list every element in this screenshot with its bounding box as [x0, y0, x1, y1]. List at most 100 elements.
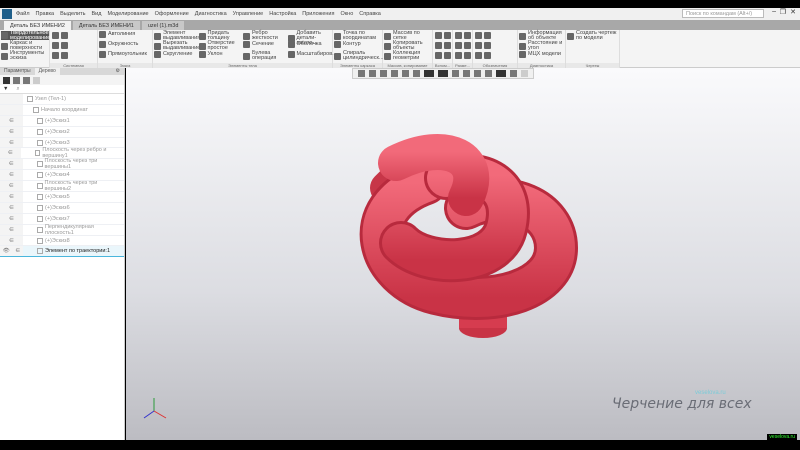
render-icon[interactable] [413, 70, 420, 77]
ribbon-button[interactable]: Вырезать выдавливанием [154, 40, 204, 51]
tree-item[interactable]: ∈ (+)Эскиз5 [0, 192, 124, 203]
tool-icon-button[interactable] [475, 42, 484, 49]
icon[interactable] [485, 70, 492, 77]
tree-item[interactable]: Начало координат [0, 104, 124, 116]
menu-item[interactable]: Окно [340, 11, 353, 17]
eye-icon[interactable]: 👁 [3, 248, 10, 254]
ribbon-button[interactable]: Контур [334, 41, 382, 48]
tool-icon-button[interactable] [444, 32, 453, 39]
ribbon-button[interactable]: Создать чертеж по модели [567, 30, 619, 41]
tool-icon-button[interactable] [61, 42, 70, 49]
filter-icon[interactable]: ▼ [3, 86, 8, 92]
tool-icon-button[interactable] [464, 52, 473, 59]
icon[interactable] [510, 70, 517, 77]
tool-icon-button[interactable] [455, 52, 464, 59]
tool-icon-button[interactable] [475, 32, 484, 39]
gear-icon[interactable]: ⚙ [112, 68, 124, 75]
ribbon-button[interactable]: Прямоугольник [99, 51, 152, 58]
ribbon-button[interactable]: Сечение [243, 41, 288, 48]
tree-item[interactable]: ∈ (+)Эскиз1 [0, 115, 124, 127]
zoom-icon[interactable] [369, 70, 376, 77]
ribbon-button[interactable]: Автолиния [99, 31, 152, 38]
command-search-input[interactable]: Поиск по командам (Alt+/) [682, 9, 764, 18]
menu-item[interactable]: Управление [233, 11, 264, 17]
tool-icon-button[interactable] [484, 42, 493, 49]
tool-icon-button[interactable] [435, 52, 444, 59]
menu-item[interactable]: Файл [16, 11, 30, 17]
ribbon-button[interactable]: Булева операция [243, 50, 288, 61]
view-icon[interactable] [358, 70, 365, 77]
render-icon[interactable] [402, 70, 409, 77]
search-icon[interactable]: ⌕ [16, 86, 19, 93]
tool-icon-button[interactable] [464, 32, 473, 39]
3d-viewport[interactable] [126, 68, 800, 440]
ribbon-button[interactable]: Отверстие простое [198, 40, 244, 51]
tab-parameters[interactable]: Параметры [0, 68, 35, 75]
tool-icon-button[interactable] [52, 42, 61, 49]
tree-view-icon[interactable] [3, 76, 10, 84]
menu-item[interactable]: Настройка [269, 11, 296, 17]
ribbon-button[interactable]: Оболочка [287, 41, 333, 48]
ribbon-button[interactable]: Спираль цилиндрическ... [334, 50, 384, 61]
ribbon-button[interactable]: Скругление [154, 51, 199, 58]
tree-item[interactable]: ∈ Плоскость через три вершины2 [0, 180, 124, 192]
tool-icon-button[interactable] [444, 42, 453, 49]
menu-item[interactable]: Моделирование [107, 11, 148, 17]
section-icon[interactable] [438, 70, 448, 77]
ribbon-button[interactable]: Расстояние и угол [519, 40, 565, 51]
filter-icon[interactable] [496, 70, 506, 77]
tool-icon-button[interactable] [464, 42, 473, 49]
tree-item[interactable]: Узел (Тел-1) [0, 94, 124, 105]
tool-icon-button[interactable] [52, 32, 61, 39]
menu-item[interactable]: Оформление [155, 11, 189, 17]
tool-icon-button[interactable] [435, 42, 444, 49]
restore-icon[interactable]: ❐ [780, 8, 786, 16]
ribbon-button[interactable]: Масштабиров... [287, 51, 337, 58]
tree-icon[interactable] [23, 76, 30, 84]
icon[interactable] [521, 70, 528, 77]
menu-item[interactable]: Приложения [302, 11, 334, 17]
tool-icon-button[interactable] [455, 42, 464, 49]
mode-sketch-tools[interactable]: Инструменты эскиза [1, 50, 49, 61]
snap-icon[interactable] [452, 70, 459, 77]
ribbon-button[interactable]: Точка по координатам [334, 30, 382, 41]
document-tab[interactable]: Деталь БЕЗ ИМЕНИ2 [4, 21, 71, 30]
pan-icon[interactable] [380, 70, 387, 77]
tree-item[interactable]: ∈ (+)Эскиз2 [0, 126, 124, 138]
tree-item[interactable]: ∈ Плоскость через три вершины1 [0, 158, 124, 170]
menu-item[interactable]: Правка [36, 11, 55, 17]
ribbon-button[interactable]: Коллекция геометрии [384, 50, 432, 61]
icon[interactable] [463, 70, 470, 77]
display-mode-icon[interactable] [424, 70, 434, 77]
tree-item[interactable]: 👁 ∈ Элемент по траектории:1 [0, 246, 124, 258]
tool-icon-button[interactable] [484, 32, 493, 39]
menu-item[interactable]: Вид [92, 11, 102, 17]
knot-model[interactable] [126, 68, 800, 440]
tree-icon[interactable] [13, 76, 20, 84]
tab-tree[interactable]: Дерево [34, 68, 60, 75]
ribbon-button[interactable]: Ребро жесткости [243, 30, 288, 41]
document-tab[interactable]: Деталь БЕЗ ИМЕНИ1 [72, 21, 140, 30]
tool-icon-button[interactable] [52, 52, 61, 59]
tool-icon-button[interactable] [444, 52, 453, 59]
ribbon-button[interactable]: Уклон [198, 51, 244, 58]
menu-item[interactable]: Диагностика [195, 11, 227, 17]
close-icon[interactable]: ✕ [790, 8, 796, 16]
minimize-icon[interactable]: – [772, 8, 776, 15]
tree-item[interactable]: ∈ (+)Эскиз8 [0, 235, 124, 247]
ribbon-button[interactable]: Окружность [99, 41, 152, 48]
tool-icon-button[interactable] [484, 52, 493, 59]
tool-icon-button[interactable] [61, 32, 70, 39]
menu-item[interactable]: Выделить [60, 11, 85, 17]
ribbon-button[interactable]: МЦХ модели [519, 51, 565, 58]
orient-icon[interactable] [391, 70, 398, 77]
mode-solid[interactable]: Твердотельное моделирование [1, 30, 50, 40]
tool-icon-button[interactable] [61, 52, 70, 59]
menu-item[interactable]: Справка [359, 11, 381, 17]
tool-icon-button[interactable] [475, 52, 484, 59]
tree-item[interactable]: ∈ Перпендикулярная плоскость1 [0, 224, 124, 236]
tree-item[interactable]: ∈ (+)Эскиз6 [0, 202, 124, 214]
tool-icon-button[interactable] [435, 32, 444, 39]
tree-icon[interactable] [33, 76, 40, 84]
document-tab[interactable]: uzel (1).m3d [141, 21, 185, 30]
